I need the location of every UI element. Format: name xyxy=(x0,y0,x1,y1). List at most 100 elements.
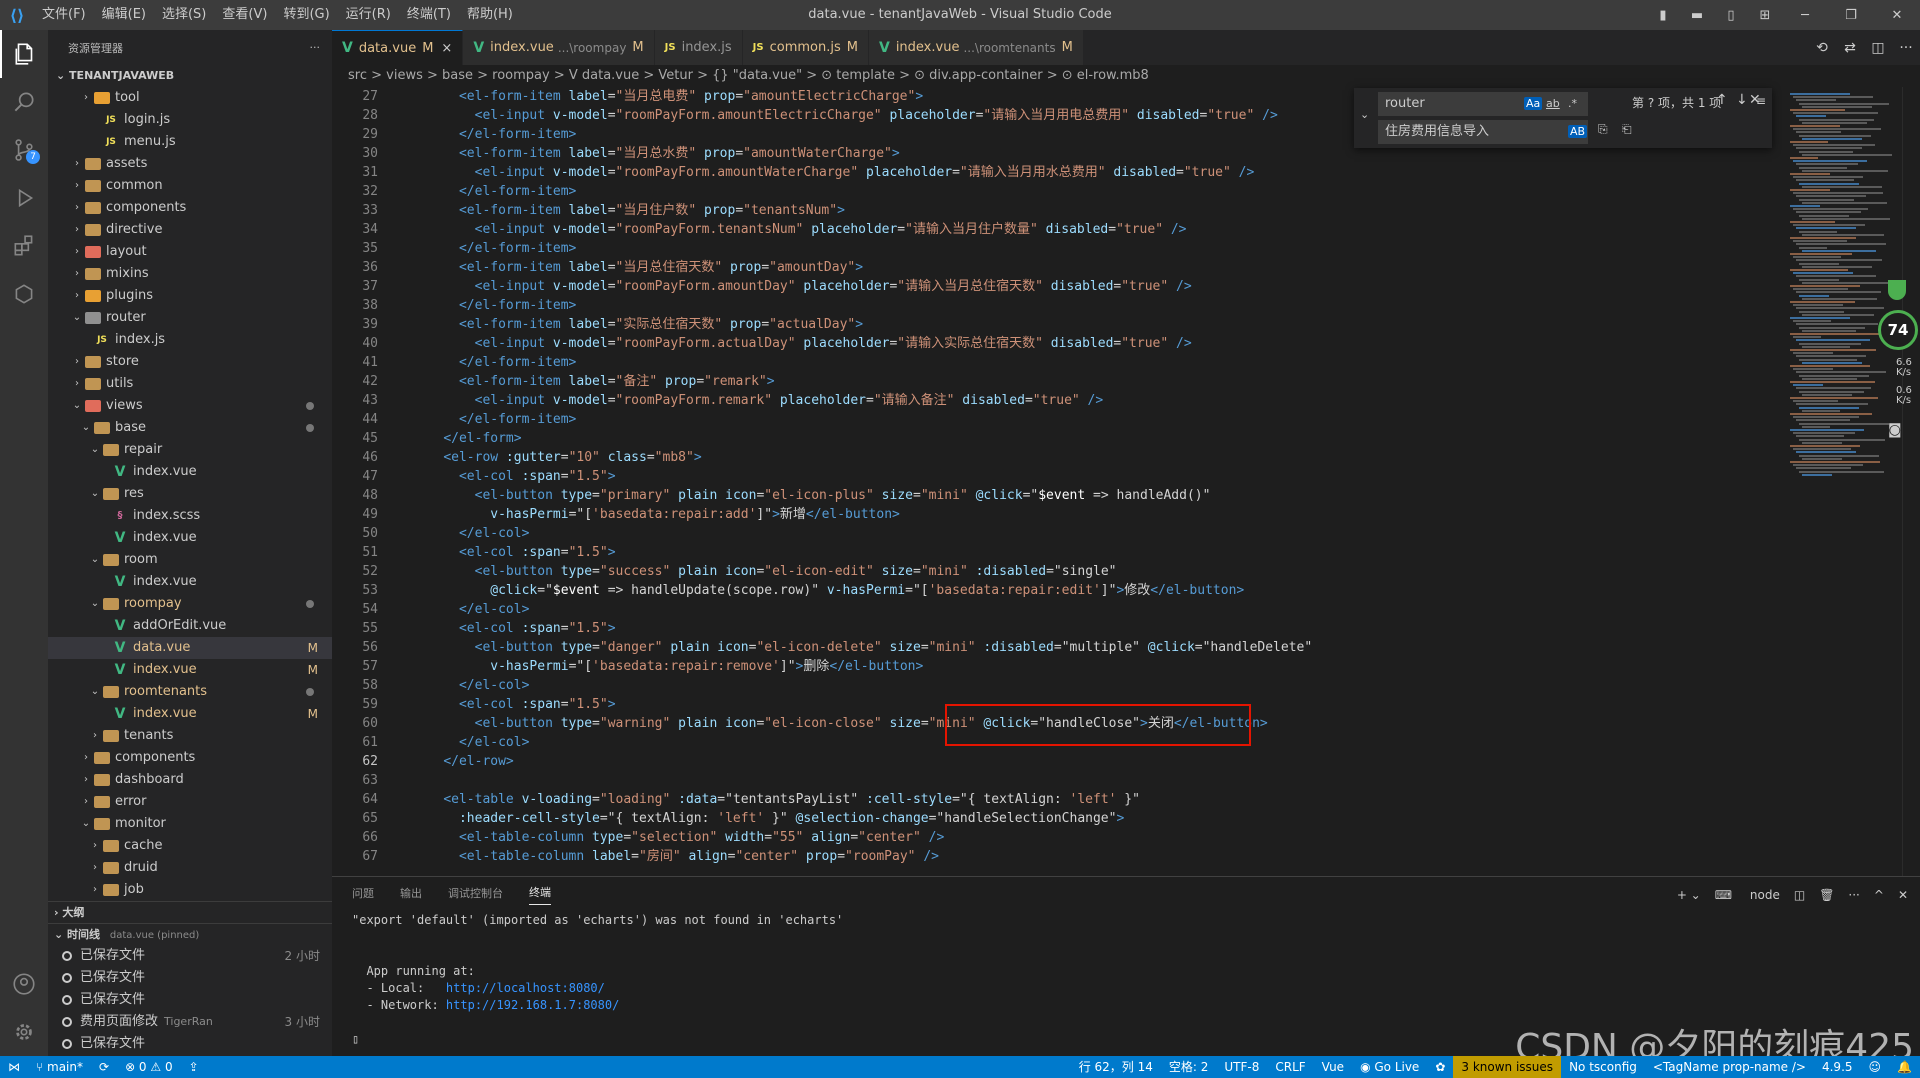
timeline-entry[interactable]: 已保存文件 xyxy=(48,989,332,1011)
tree-item[interactable]: JS menu.js xyxy=(48,131,332,153)
indentation[interactable]: 空格: 2 xyxy=(1161,1056,1217,1078)
editor-tab[interactable]: JS common.js M xyxy=(742,30,869,65)
tree-item[interactable]: Vindex.vue xyxy=(48,527,332,549)
remote-explorer-icon[interactable] xyxy=(0,270,48,318)
tree-item[interactable]: › cache xyxy=(48,835,332,857)
tree-item[interactable]: › assets xyxy=(48,153,332,175)
menu-item[interactable]: 编辑(E) xyxy=(94,0,154,30)
match-case-toggle[interactable]: Aa xyxy=(1524,97,1543,110)
live-share-icon[interactable]: ⇪ xyxy=(181,1056,207,1078)
code-editor[interactable]: 27 <el-form-item label="当月总电费" prop="amo… xyxy=(332,87,1782,876)
tree-item[interactable]: ⌄ roompay xyxy=(48,593,332,615)
tree-item[interactable]: › tool xyxy=(48,87,332,109)
editor-tab[interactable]: JS index.js xyxy=(654,30,743,65)
close-find-widget-icon[interactable]: ✕ xyxy=(1749,92,1761,108)
terminal-shell-label[interactable]: ⌨ node xyxy=(1715,888,1780,902)
toggle-sidebar-icon[interactable]: ▮ xyxy=(1646,8,1680,23)
tree-item[interactable]: › druid xyxy=(48,857,332,879)
remote-indicator[interactable]: ⋈ xyxy=(0,1056,28,1078)
toggle-secondary-sidebar-icon[interactable]: ▯ xyxy=(1714,8,1748,23)
preserve-case-toggle[interactable]: AB xyxy=(1568,125,1588,138)
camera-icon[interactable]: ◙ xyxy=(1888,422,1902,438)
menu-item[interactable]: 终端(T) xyxy=(399,0,459,30)
tree-item[interactable]: ⌄ views xyxy=(48,395,332,417)
tree-item[interactable]: ⌄ router xyxy=(48,307,332,329)
tree-item[interactable]: § index.scss xyxy=(48,505,332,527)
use-regex-toggle[interactable]: .* xyxy=(1568,97,1577,110)
vertical-scrollbar[interactable] xyxy=(1902,87,1920,876)
git-branch[interactable]: ⑂ main* xyxy=(28,1056,91,1078)
tree-item[interactable]: JS index.js xyxy=(48,329,332,351)
previous-match-icon[interactable]: ↑ xyxy=(1716,92,1728,108)
tree-item[interactable]: › components xyxy=(48,747,332,769)
toggle-replace-icon[interactable]: ⌄ xyxy=(1360,108,1369,121)
tree-item[interactable]: › directive xyxy=(48,219,332,241)
feedback-icon[interactable]: ☺ xyxy=(1861,1056,1890,1078)
project-root[interactable]: ⌄ TENANTJAVAWEB xyxy=(48,65,332,87)
terminal-link[interactable]: http://localhost:8080/ xyxy=(446,981,605,995)
source-control-icon[interactable]: 7 xyxy=(0,126,48,174)
more-editor-actions-icon[interactable]: ··· xyxy=(1892,40,1920,56)
tree-item[interactable]: Vdata.vue M xyxy=(48,637,332,659)
minimize-button[interactable]: ─ xyxy=(1782,8,1828,23)
minimap[interactable] xyxy=(1782,87,1902,876)
tree-item[interactable]: VaddOrEdit.vue xyxy=(48,615,332,637)
terminal-link[interactable]: http://192.168.1.7:8080/ xyxy=(446,998,619,1012)
tree-item[interactable]: ⌄ roomtenants xyxy=(48,681,332,703)
editor-tab[interactable]: Vindex.vue ...\roomtenants M xyxy=(868,30,1084,65)
panel-tab[interactable]: 调试控制台 xyxy=(448,885,503,905)
tree-item[interactable]: › tenants xyxy=(48,725,332,747)
menu-item[interactable]: 帮助(H) xyxy=(459,0,521,30)
timeline-entry[interactable]: 已保存文件 xyxy=(48,967,332,989)
panel-tab[interactable]: 终端 xyxy=(529,884,551,905)
tree-item[interactable]: JS login.js xyxy=(48,109,332,131)
tab-close-icon[interactable]: × xyxy=(441,41,452,56)
notifications-bell-icon[interactable]: 🔔 xyxy=(1889,1056,1920,1078)
tree-item[interactable]: ⌄ room xyxy=(48,549,332,571)
panel-tab[interactable]: 问题 xyxy=(352,885,374,905)
tree-item[interactable]: Vindex.vue M xyxy=(48,703,332,725)
timeline-section[interactable]: ⌄ 时间线 data.vue (pinned) xyxy=(48,923,332,945)
restore-button[interactable]: ❐ xyxy=(1828,8,1874,23)
tag-name-case[interactable]: <TagName prop-name /> xyxy=(1645,1056,1814,1078)
menu-item[interactable]: 查看(V) xyxy=(214,0,275,30)
extensions-icon[interactable] xyxy=(0,222,48,270)
tree-item[interactable]: ⌄ base xyxy=(48,417,332,439)
more-panel-actions-icon[interactable]: ··· xyxy=(1848,888,1859,902)
customize-layout-icon[interactable]: ⊞ xyxy=(1748,8,1782,23)
close-panel-icon[interactable]: ✕ xyxy=(1898,888,1908,902)
go-live-button[interactable]: ◉ Go Live xyxy=(1352,1056,1427,1078)
run-debug-icon[interactable] xyxy=(0,174,48,222)
timeline-entry[interactable]: 费用页面修改 TigerRan 3 小时 xyxy=(48,1011,332,1033)
tree-item[interactable]: › common xyxy=(48,175,332,197)
settings-gear-icon[interactable] xyxy=(0,1008,48,1056)
tsconfig-status[interactable]: No tsconfig xyxy=(1561,1056,1645,1078)
accounts-icon[interactable] xyxy=(0,960,48,1008)
new-terminal-icon[interactable]: + ⌄ xyxy=(1677,888,1701,902)
replace-input[interactable]: 住房费用信息导入 xyxy=(1378,120,1588,144)
match-whole-word-toggle[interactable]: ab xyxy=(1546,97,1560,110)
breadcrumb[interactable]: src > views > base > roompay > V data.vu… xyxy=(332,65,1920,87)
tree-item[interactable]: › utils xyxy=(48,373,332,395)
tree-item[interactable]: › plugins xyxy=(48,285,332,307)
split-terminal-icon[interactable]: ◫ xyxy=(1794,888,1805,902)
open-changes-icon[interactable]: ⇄ xyxy=(1836,40,1864,56)
tree-item[interactable]: Vindex.vue M xyxy=(48,659,332,681)
replace-one-icon[interactable]: ⎘ xyxy=(1598,122,1608,137)
tree-item[interactable]: ⌄ monitor xyxy=(48,813,332,835)
tree-item[interactable]: › layout xyxy=(48,241,332,263)
tree-item[interactable]: › components xyxy=(48,197,332,219)
known-issues[interactable]: 3 known issues xyxy=(1453,1056,1562,1078)
encoding[interactable]: UTF-8 xyxy=(1216,1056,1267,1078)
prettier-icon[interactable]: ✿ xyxy=(1427,1056,1453,1078)
timeline-entry[interactable]: 已保存文件 xyxy=(48,1033,332,1055)
tree-item[interactable]: Vindex.vue xyxy=(48,571,332,593)
next-match-icon[interactable]: ↓ xyxy=(1736,92,1748,108)
toggle-panel-icon[interactable]: ▬ xyxy=(1680,8,1714,23)
cursor-position[interactable]: 行 62，列 14 xyxy=(1071,1056,1161,1078)
problems-count[interactable]: ⊗ 0 ⚠ 0 xyxy=(117,1056,181,1078)
tree-item[interactable]: › mixins xyxy=(48,263,332,285)
panel-tab[interactable]: 输出 xyxy=(400,885,422,905)
split-editor-icon[interactable]: ◫ xyxy=(1864,40,1892,56)
menu-item[interactable]: 文件(F) xyxy=(34,0,94,30)
